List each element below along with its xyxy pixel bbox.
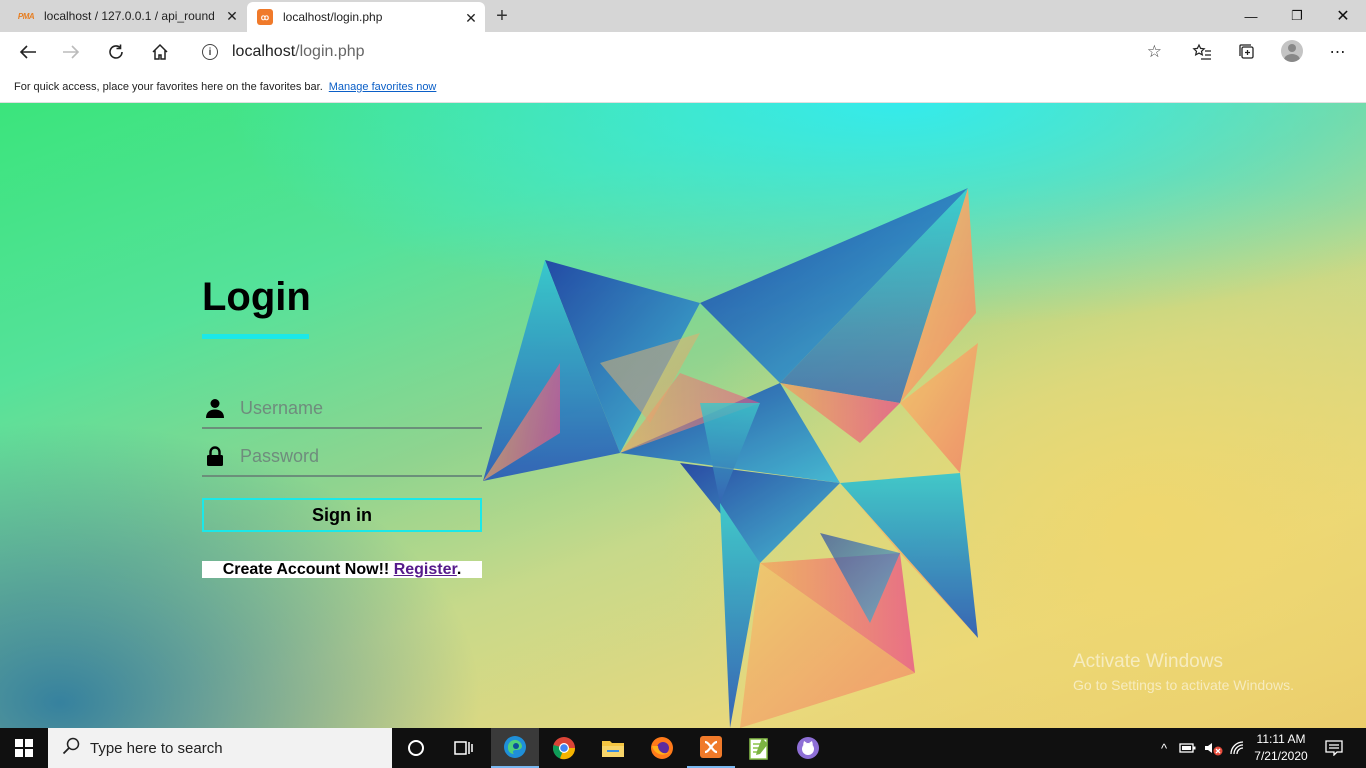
close-tab-icon[interactable]: ✕	[224, 8, 240, 24]
tab-strip: PMA localhost / 127.0.0.1 / api_round ✕ …	[0, 0, 1366, 32]
home-button[interactable]	[146, 38, 174, 66]
manage-favorites-link[interactable]: Manage favorites now	[329, 81, 437, 93]
sign-in-button[interactable]: Sign in	[202, 498, 482, 532]
favorites-bar: For quick access, place your favorites h…	[0, 72, 1366, 103]
tab-phpmyadmin[interactable]: PMA localhost / 127.0.0.1 / api_round ✕	[0, 0, 246, 32]
notepad-icon	[749, 738, 768, 760]
battery-icon[interactable]	[1178, 728, 1198, 768]
start-button[interactable]	[0, 728, 48, 768]
firefox-icon	[651, 737, 673, 759]
new-tab-button[interactable]: +	[490, 4, 514, 28]
favorites-bar-message: For quick access, place your favorites h…	[14, 81, 323, 93]
back-arrow-icon	[19, 45, 36, 59]
favorites-list-icon	[1192, 43, 1211, 60]
phpmyadmin-icon: PMA	[17, 11, 35, 21]
add-favorite-star-icon[interactable]: ☆	[1147, 42, 1162, 62]
refresh-button[interactable]	[102, 38, 130, 66]
task-view-icon	[454, 741, 473, 755]
browser-toolbar: i localhost/login.php ☆ ⋯	[0, 32, 1366, 72]
action-center-button[interactable]	[1320, 728, 1348, 768]
back-button[interactable]	[14, 38, 42, 66]
collections-button[interactable]	[1233, 38, 1261, 66]
windows-taskbar: Type here to search ^ 11:11 AM 7/21/2020	[0, 728, 1366, 768]
settings-menu-button[interactable]: ⋯	[1324, 38, 1352, 66]
show-hidden-icons-button[interactable]: ^	[1156, 728, 1172, 768]
login-title: Login	[202, 275, 311, 319]
username-input[interactable]	[240, 397, 470, 419]
forward-button[interactable]	[57, 38, 85, 66]
task-view-button[interactable]	[440, 728, 488, 768]
file-explorer-taskbar-app[interactable]	[589, 728, 637, 768]
folder-icon	[602, 741, 624, 757]
collections-icon	[1239, 44, 1254, 59]
cortana-button[interactable]	[392, 728, 440, 768]
title-underline	[202, 334, 309, 339]
password-field	[202, 437, 482, 477]
register-link[interactable]: Register	[394, 561, 457, 578]
edge-icon	[504, 736, 526, 758]
minimize-button[interactable]: —	[1228, 0, 1274, 32]
site-info-icon[interactable]: i	[202, 44, 218, 60]
search-icon	[62, 737, 80, 760]
xampp-taskbar-app[interactable]	[687, 728, 735, 768]
username-field	[202, 389, 482, 429]
favorites-button[interactable]	[1188, 38, 1216, 66]
url-text: localhost/login.php	[232, 43, 365, 60]
refresh-icon	[109, 44, 123, 59]
close-window-button[interactable]: ✕	[1320, 0, 1366, 32]
tab-title: localhost/login.php	[283, 10, 383, 24]
firefox-taskbar-app[interactable]	[638, 728, 686, 768]
windows-logo-icon	[15, 739, 33, 757]
notepad-plus-taskbar-app[interactable]	[735, 728, 783, 768]
volume-muted-icon[interactable]	[1202, 728, 1224, 768]
restore-button[interactable]: ❐	[1274, 0, 1320, 32]
taskbar-clock[interactable]: 11:11 AM 7/21/2020	[1250, 731, 1312, 765]
clock-time: 11:11 AM	[1256, 732, 1306, 746]
tab-title: localhost / 127.0.0.1 / api_round	[44, 9, 214, 23]
user-icon	[202, 398, 228, 418]
lock-icon	[202, 446, 228, 466]
xampp-control-icon	[700, 736, 722, 758]
edge-taskbar-app[interactable]	[491, 728, 539, 768]
notification-icon	[1325, 740, 1343, 756]
home-icon	[152, 43, 168, 60]
xampp-icon: ꝏ	[257, 9, 273, 25]
create-account-text: Create Account Now!! Register.	[202, 561, 482, 578]
chrome-taskbar-app[interactable]	[540, 728, 588, 768]
close-tab-icon[interactable]: ✕	[463, 10, 479, 26]
github-icon	[797, 737, 819, 759]
profile-avatar[interactable]	[1281, 40, 1303, 62]
github-desktop-taskbar-app[interactable]	[784, 728, 832, 768]
cortana-icon	[408, 740, 424, 756]
chrome-icon	[553, 737, 576, 760]
activate-windows-watermark: Activate Windows Go to Settings to activ…	[1073, 651, 1294, 693]
network-icon[interactable]	[1228, 728, 1248, 768]
taskbar-search-box[interactable]: Type here to search	[48, 728, 392, 768]
address-bar[interactable]: i localhost/login.php ☆	[188, 36, 1174, 68]
forward-arrow-icon	[63, 45, 80, 59]
login-page: Login Sign in Create Account Now!! Regis…	[0, 103, 1366, 728]
tab-login[interactable]: ꝏ localhost/login.php ✕	[247, 2, 485, 32]
clock-date: 7/21/2020	[1254, 749, 1308, 763]
search-placeholder: Type here to search	[90, 739, 223, 757]
password-input[interactable]	[240, 445, 470, 467]
